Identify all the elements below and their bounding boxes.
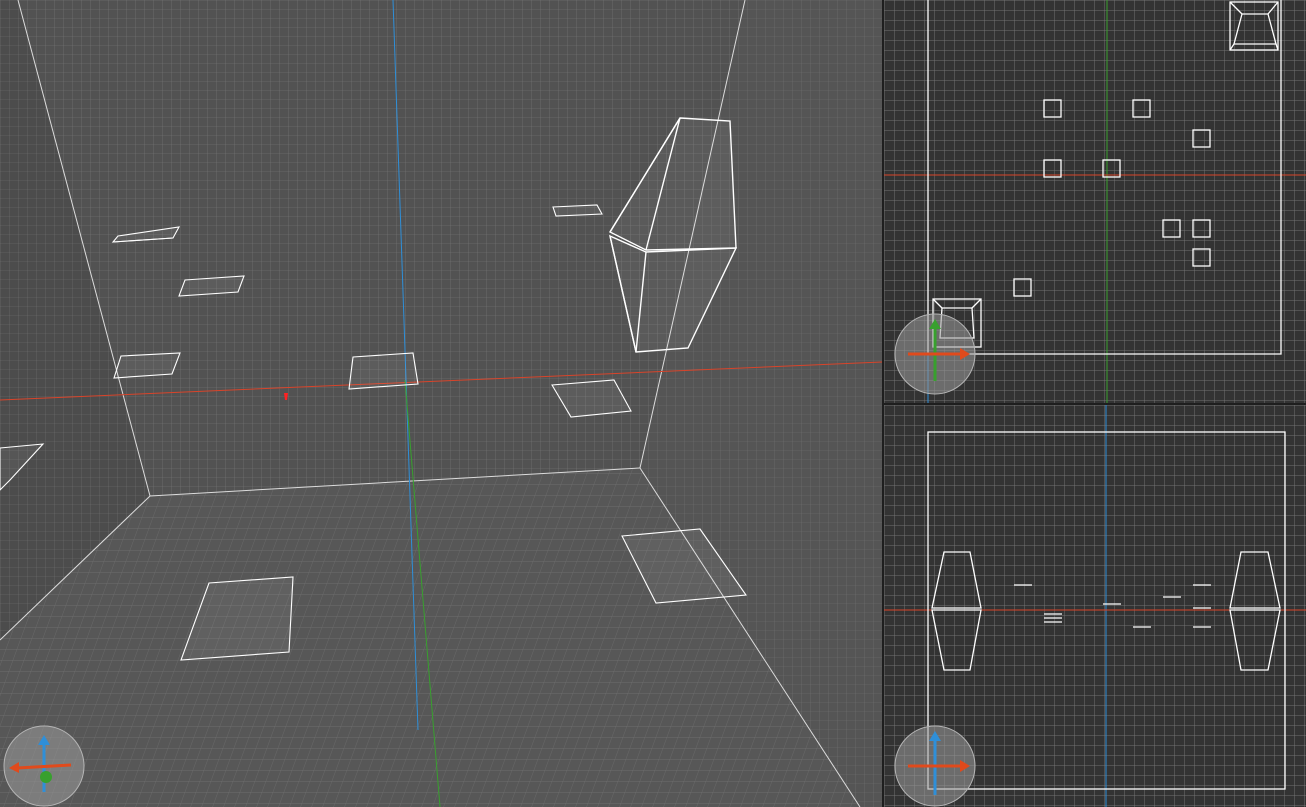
level-editor — [0, 0, 1306, 807]
platform — [113, 352, 181, 379]
perspective-viewport[interactable] — [0, 0, 882, 807]
platform-top — [1162, 219, 1181, 238]
top-viewport[interactable] — [884, 0, 1306, 403]
spawn-object-front — [1229, 551, 1281, 671]
platform — [552, 204, 603, 217]
perspective-orientation-gizmo[interactable] — [3, 725, 85, 807]
spawn-object-top — [1229, 1, 1279, 51]
platform — [348, 352, 419, 390]
platform-top — [1102, 159, 1121, 178]
front-orientation-gizmo[interactable] — [894, 725, 976, 807]
orientation-gizmo-icon — [894, 725, 976, 807]
front-viewport[interactable] — [884, 405, 1306, 807]
spawn-object-front — [931, 551, 982, 671]
platform-top — [1043, 159, 1062, 178]
orientation-gizmo-icon — [894, 313, 976, 395]
platform-top — [1192, 248, 1211, 267]
platform-top — [1192, 219, 1211, 238]
platform-top — [1192, 129, 1211, 148]
platform-top — [1043, 99, 1062, 118]
top-orientation-gizmo[interactable] — [894, 313, 976, 395]
perspective-scene — [0, 0, 882, 807]
orientation-gizmo-icon — [3, 725, 85, 807]
platform-top — [1132, 99, 1151, 118]
platform-top — [1013, 278, 1032, 297]
